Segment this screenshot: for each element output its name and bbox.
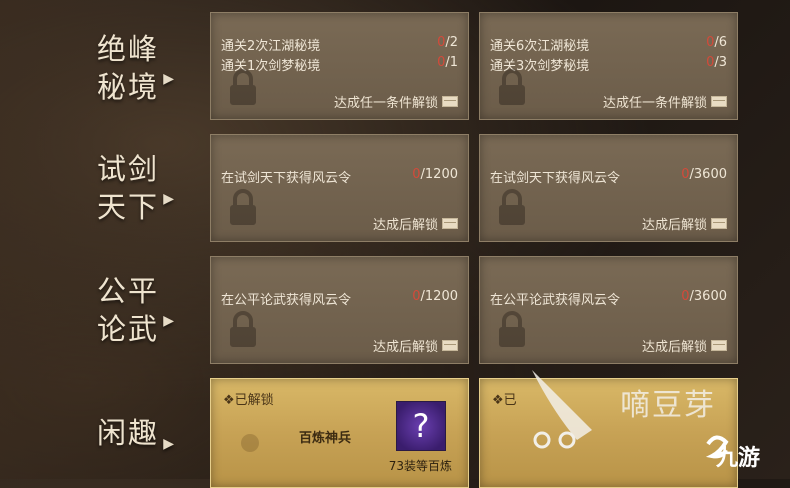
row-label-shijian[interactable]: 试剑 天下 ▶ [78, 150, 178, 226]
letter-icon [711, 218, 727, 229]
requirement-text: 通关6次江湖秘境 [490, 39, 590, 54]
requirement-row: 在公平论武获得风云令 0/1200 [221, 289, 458, 308]
lock-icon [499, 69, 525, 105]
achievement-card[interactable]: 在公平论武获得风云令 0/3600 达成后解锁 [479, 256, 738, 364]
jiuyou-logo: 九游 [716, 446, 761, 471]
lock-icon [499, 189, 525, 225]
row-label-xianqu[interactable]: 闲趣 ▶ [78, 414, 178, 452]
coin-icon [241, 434, 259, 452]
letter-icon [442, 218, 458, 229]
requirement-row: 在试剑天下获得风云令 0/1200 [221, 167, 458, 186]
row-label-juefeng[interactable]: 绝峰 秘境 ▶ [78, 30, 178, 106]
requirement-text: 在公平论武获得风云令 [490, 293, 621, 308]
requirement-progress: 0/3 [706, 55, 727, 70]
letter-icon [442, 340, 458, 351]
mystery-reward-icon[interactable]: ? [396, 401, 446, 451]
requirement-progress: 0/2 [437, 35, 458, 50]
requirement-text: 在试剑天下获得风云令 [490, 171, 621, 186]
reward-name: 百炼神兵 [299, 431, 352, 446]
lock-icon [230, 311, 256, 347]
unlocked-status: ❖已 [492, 393, 517, 408]
achievement-card[interactable]: 在试剑天下获得风云令 0/1200 达成后解锁 [210, 134, 469, 242]
requirement-progress: 0/3600 [681, 167, 727, 182]
unlock-condition: 达成任一条件解锁 [603, 92, 727, 111]
achievement-card[interactable]: 在试剑天下获得风云令 0/3600 达成后解锁 [479, 134, 738, 242]
chevron-right-icon: ▶ [163, 191, 176, 207]
unlocked-status: ❖已解锁 [223, 393, 274, 408]
requirement-progress: 0/1200 [412, 167, 458, 182]
requirement-row: 在公平论武获得风云令 0/3600 [490, 289, 727, 308]
unlock-condition: 达成后解锁 [642, 214, 727, 233]
letter-icon [711, 340, 727, 351]
requirement-row: 通关2次江湖秘境 0/2 [221, 35, 458, 54]
watermark-text: 嘀豆芽 [620, 388, 716, 423]
requirement-text: 通关2次江湖秘境 [221, 39, 321, 54]
chevron-right-icon: ▶ [163, 313, 176, 329]
requirement-row: 通关6次江湖秘境 0/6 [490, 35, 727, 54]
lock-icon [499, 311, 525, 347]
achievement-card-unlocked[interactable]: ❖已解锁 百炼神兵 ? 73装等百炼 [210, 378, 469, 488]
unlock-condition: 达成后解锁 [373, 214, 458, 233]
requirement-progress: 0/1200 [412, 289, 458, 304]
requirement-progress: 0/1 [437, 55, 458, 70]
requirement-text: 在公平论武获得风云令 [221, 293, 352, 308]
lock-icon [230, 69, 256, 105]
letter-icon [442, 96, 458, 107]
achievement-card[interactable]: 通关6次江湖秘境 0/6 通关3次剑梦秘境 0/3 达成任一条件解锁 [479, 12, 738, 120]
requirement-progress: 0/3600 [681, 289, 727, 304]
requirement-text: 在试剑天下获得风云令 [221, 171, 352, 186]
reward-subtitle: 73装等百炼 [388, 459, 452, 473]
unlock-condition: 达成后解锁 [373, 336, 458, 355]
requirement-progress: 0/6 [706, 35, 727, 50]
chevron-right-icon: ▶ [163, 436, 176, 452]
unlock-condition: 达成后解锁 [642, 336, 727, 355]
lock-icon [230, 189, 256, 225]
unlock-condition: 达成任一条件解锁 [334, 92, 458, 111]
achievement-card[interactable]: 通关2次江湖秘境 0/2 通关1次剑梦秘境 0/1 达成任一条件解锁 [210, 12, 469, 120]
row-label-gongping[interactable]: 公平 论武 ▶ [78, 272, 178, 348]
chevron-right-icon: ▶ [163, 71, 176, 87]
requirement-row: 在试剑天下获得风云令 0/3600 [490, 167, 727, 186]
letter-icon [711, 96, 727, 107]
achievement-card[interactable]: 在公平论武获得风云令 0/1200 达成后解锁 [210, 256, 469, 364]
